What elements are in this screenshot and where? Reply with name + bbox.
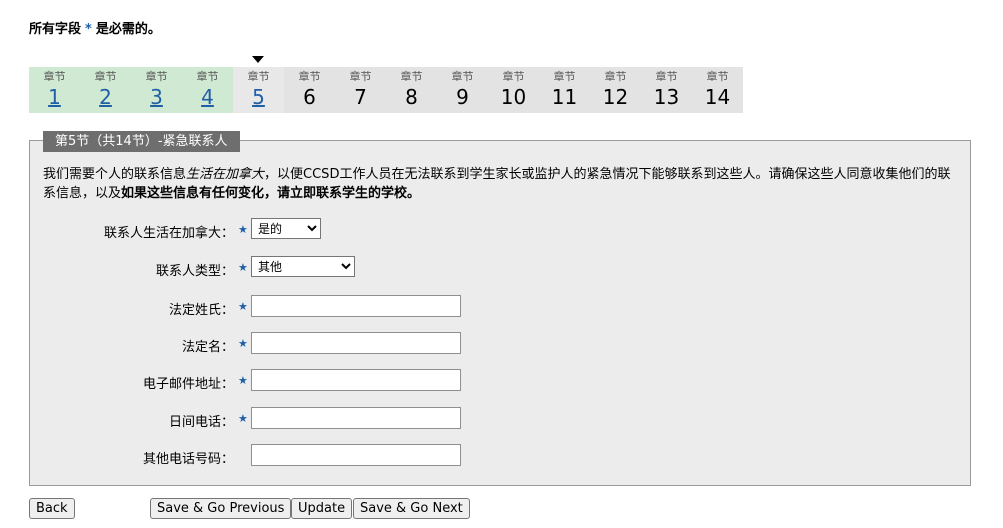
step-label: 章节 [451,70,474,83]
step-number: 8 [405,85,418,109]
step-label: 章节 [400,70,423,83]
step-label: 章节 [553,70,576,83]
step-label: 章节 [298,70,321,83]
step-4[interactable]: 章节 4 [182,67,233,113]
step-number[interactable]: 5 [233,84,284,110]
step-8: 章节 8 [386,67,437,113]
step-1[interactable]: 章节 1 [29,67,80,113]
step-label: 章节 [196,70,219,83]
intro-text-a: 我们需要个人的联系信息 [43,167,187,182]
step-number: 11 [551,85,578,109]
row-contact-type: 联系人类型： ★ 其他 [0,256,700,280]
row-email: 电子邮件地址： ★ [0,369,700,393]
step-number: 9 [456,85,469,109]
step-number: 6 [303,85,316,109]
row-last-name: 法定姓氏： ★ [0,295,700,319]
label-other-phone: 其他电话号码： [142,452,234,467]
required-fields-note: 所有字段 * 是必需的。 [29,18,161,37]
step-label: 章节 [706,70,729,83]
contact-type-select[interactable]: 其他 [251,256,355,277]
step-12: 章节 12 [590,67,641,113]
last-name-input[interactable] [251,295,461,317]
required-star-icon: ★ [238,300,248,313]
step-number[interactable]: 1 [29,84,80,110]
step-label: 章节 [247,70,270,83]
step-label: 章节 [349,70,372,83]
step-number[interactable]: 4 [182,84,233,110]
current-step-marker-icon [252,56,264,63]
required-star-icon: ★ [238,261,248,274]
required-note-suffix: 是必需的。 [95,22,161,37]
step-6: 章节 6 [284,67,335,113]
label-day-phone: 日间电话： [168,415,234,430]
section-legend: 第5节（共14节）-紧急联系人 [43,131,240,152]
step-number[interactable]: 2 [80,84,131,110]
step-number: 10 [500,85,527,109]
first-name-input[interactable] [251,332,461,354]
other-phone-input[interactable] [251,444,461,466]
step-2[interactable]: 章节 2 [80,67,131,113]
row-day-phone: 日间电话： ★ [0,407,700,431]
section-stepper: 章节 1 章节 2 章节 3 章节 4 章节 5 章节 6 章节 7 章节 8 章节 9 章节 10 章节 11 章节 12 章… [29,67,743,113]
intro-text-italic: 生活在加拿大 [186,167,265,182]
step-number: 13 [653,85,680,109]
step-label: 章节 [94,70,117,83]
step-11: 章节 11 [539,67,590,113]
row-lives-in-canada: 联系人生活在加拿大： ★ 是的 [0,218,700,242]
step-label: 章节 [502,70,525,83]
section-intro: 我们需要个人的联系信息生活在加拿大，以便CCSD工作人员在无法联系到学生家长或监… [43,165,958,203]
update-button[interactable]: Update [291,498,353,519]
step-number: 14 [704,85,731,109]
required-star-icon: ★ [238,374,248,387]
save-go-previous-button[interactable]: Save & Go Previous [150,498,292,519]
save-go-next-button[interactable]: Save & Go Next [353,498,470,519]
required-star-icon: ★ [238,412,248,425]
required-star-icon: ★ [238,223,248,236]
label-email: 电子邮件地址： [142,377,234,392]
label-lives-in-canada: 联系人生活在加拿大： [103,226,234,241]
label-contact-type: 联系人类型： [155,264,234,279]
step-label: 章节 [145,70,168,83]
step-7: 章节 7 [335,67,386,113]
row-first-name: 法定名： ★ [0,332,700,356]
required-star: * [85,22,92,37]
required-star-icon: ★ [238,337,248,350]
step-5[interactable]: 章节 5 [233,67,284,113]
back-button[interactable]: Back [29,498,75,519]
lives-in-canada-select[interactable]: 是的 [251,218,321,239]
step-14: 章节 14 [692,67,743,113]
step-9: 章节 9 [437,67,488,113]
intro-text-bold: 如果这些信息有任何变化，请立即联系学生的学校。 [121,186,421,201]
row-other-phone: 其他电话号码： [0,444,700,468]
step-3[interactable]: 章节 3 [131,67,182,113]
email-input[interactable] [251,369,461,391]
step-label: 章节 [43,70,66,83]
step-10: 章节 10 [488,67,539,113]
label-last-name: 法定姓氏： [168,303,234,318]
day-phone-input[interactable] [251,407,461,429]
step-label: 章节 [604,70,627,83]
step-number[interactable]: 3 [131,84,182,110]
step-number: 7 [354,85,367,109]
step-number: 12 [602,85,629,109]
required-note-prefix: 所有字段 [29,22,82,37]
step-label: 章节 [655,70,678,83]
step-13: 章节 13 [641,67,692,113]
label-first-name: 法定名： [181,340,234,355]
